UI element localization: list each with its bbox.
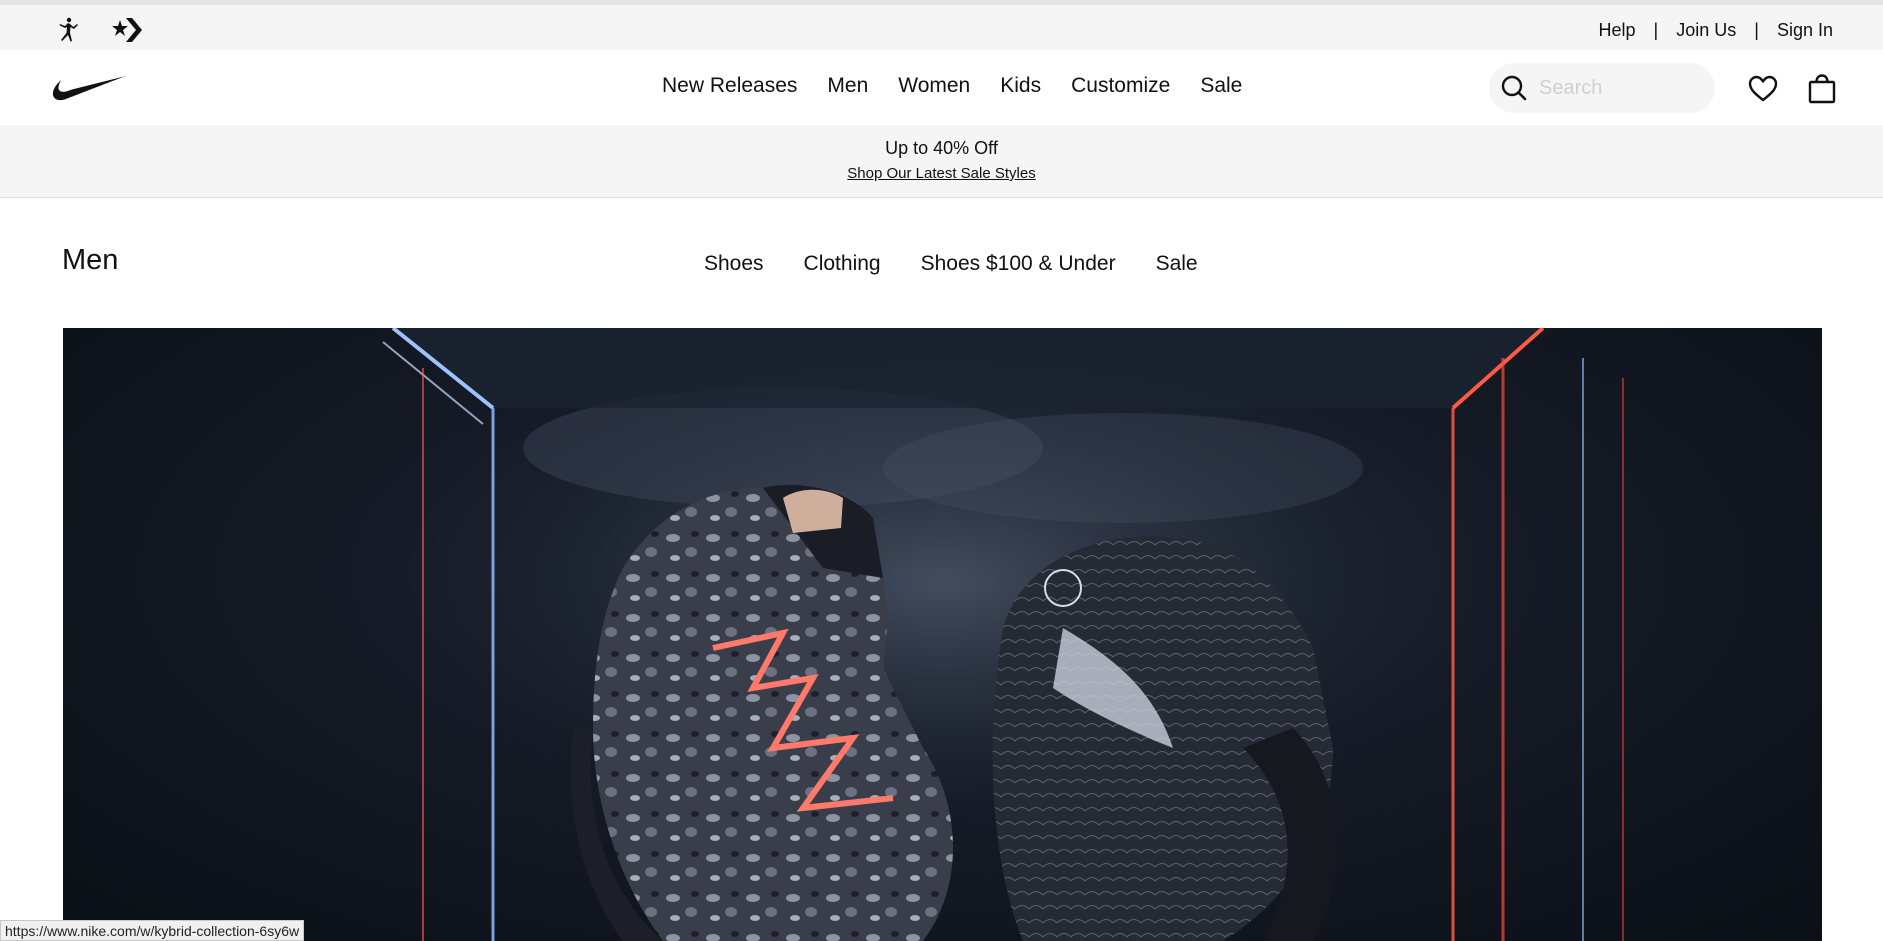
help-link[interactable]: Help — [1599, 20, 1636, 41]
separator: | — [1754, 20, 1759, 40]
main-navigation: New Releases Men Women Kids Customize Sa… — [0, 50, 1883, 125]
sign-in-link[interactable]: Sign In — [1777, 20, 1833, 41]
nav-item-sale[interactable]: Sale — [1200, 74, 1242, 98]
heart-icon[interactable] — [1746, 72, 1780, 106]
brand-strip: Help | Join Us | Sign In — [0, 0, 1883, 50]
nav-item-women[interactable]: Women — [898, 74, 970, 98]
search-input[interactable] — [1539, 76, 1699, 100]
sub-nav-clothing[interactable]: Clothing — [804, 252, 881, 276]
sub-nav-sale[interactable]: Sale — [1156, 252, 1198, 276]
utility-links: Help | Join Us | Sign In — [1599, 20, 1833, 41]
category-header: Men Shoes Clothing Shoes $100 & Under Sa… — [0, 198, 1883, 328]
hero-sneakers-illustration — [382, 328, 1624, 941]
primary-nav-links: New Releases Men Women Kids Customize Sa… — [662, 74, 1242, 98]
converse-star-chevron-icon[interactable] — [112, 14, 144, 46]
nav-item-customize[interactable]: Customize — [1071, 74, 1170, 98]
status-bar-url: https://www.nike.com/w/kybrid-collection… — [0, 920, 305, 941]
join-us-link[interactable]: Join Us — [1676, 20, 1736, 41]
separator: | — [1653, 20, 1659, 40]
hero-banner-image[interactable] — [63, 328, 1822, 941]
search-box[interactable] — [1489, 63, 1715, 113]
promo-banner: Up to 40% Off Shop Our Latest Sale Style… — [0, 125, 1883, 198]
nav-item-men[interactable]: Men — [827, 74, 868, 98]
nav-item-new-releases[interactable]: New Releases — [662, 74, 797, 98]
promo-title: Up to 40% Off — [885, 138, 998, 158]
category-sub-nav: Shoes Clothing Shoes $100 & Under Sale — [704, 252, 1198, 276]
search-icon[interactable] — [1489, 63, 1539, 113]
jordan-jumpman-icon[interactable] — [52, 14, 84, 46]
sub-nav-shoes-under-100[interactable]: Shoes $100 & Under — [921, 252, 1116, 276]
nav-item-kids[interactable]: Kids — [1000, 74, 1041, 98]
promo-link-wrapper: Shop Our Latest Sale Styles — [0, 165, 1883, 182]
nike-swoosh-icon[interactable] — [52, 72, 128, 102]
promo-link[interactable]: Shop Our Latest Sale Styles — [847, 165, 1035, 182]
page-title: Men — [62, 244, 119, 276]
sub-nav-shoes[interactable]: Shoes — [704, 252, 764, 276]
bag-icon[interactable] — [1805, 72, 1839, 106]
